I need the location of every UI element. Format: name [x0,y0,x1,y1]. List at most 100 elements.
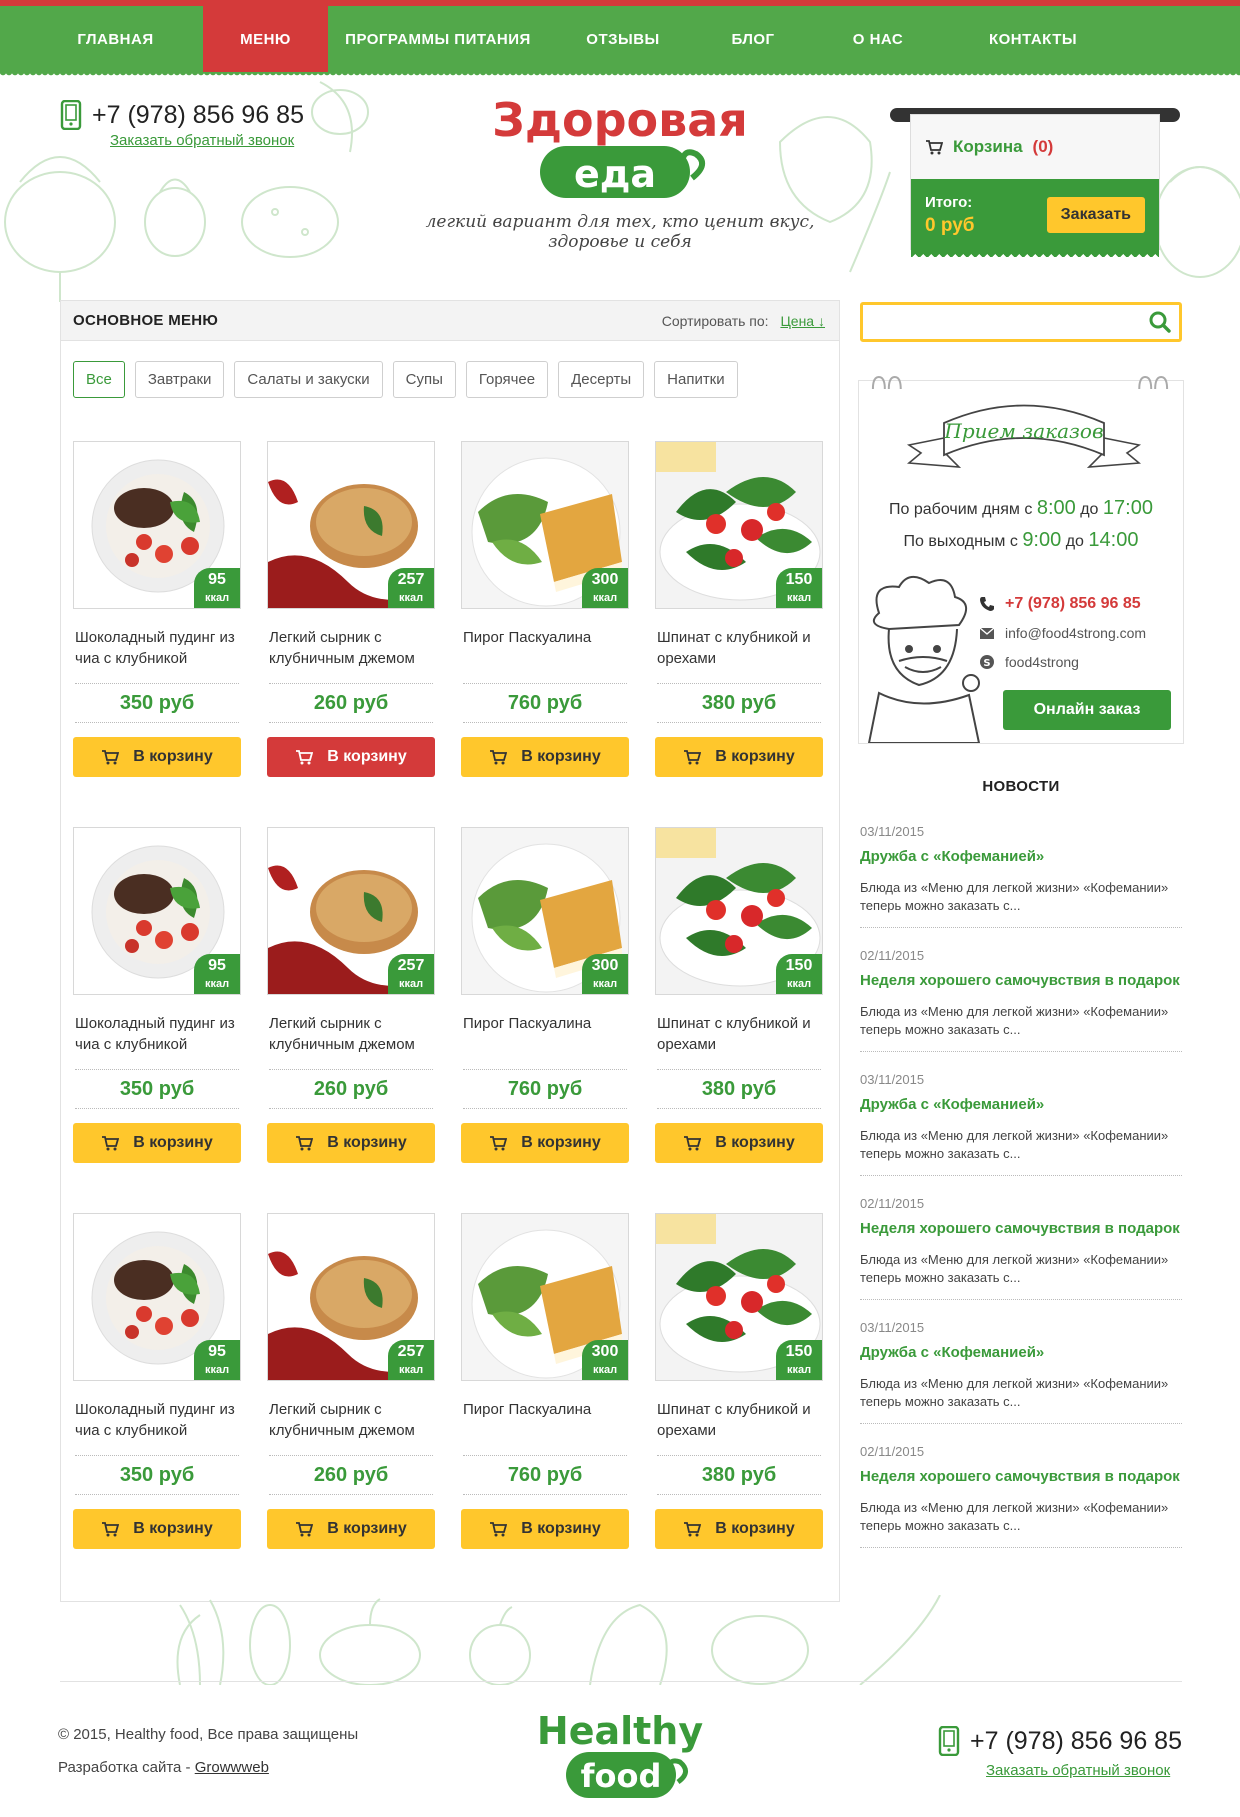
calorie-unit: ккал [398,1363,424,1376]
logo-text-bottom: еда [574,152,656,196]
add-to-cart-button[interactable]: В корзину [655,1509,823,1549]
add-to-cart-button[interactable]: В корзину [267,1509,435,1549]
news-headline-link[interactable]: Дружба с «Кофеманией» [860,849,1182,865]
product-name[interactable]: Шпинат с клубникой и орехами [655,627,823,683]
nav-item[interactable]: О НАС [808,6,948,72]
calorie-badge: 257 ккал [388,954,434,994]
nav-item[interactable]: ПРОГРАММЫ ПИТАНИЯ [328,6,548,72]
online-order-button[interactable]: Онлайн заказ [1003,690,1171,730]
product-price: 380 руб [657,1455,821,1495]
filter-chip[interactable]: Десерты [558,361,645,398]
svg-text:S: S [983,658,990,669]
product-name[interactable]: Шоколадный пудинг из чиа с клубникой [73,1399,241,1455]
filter-chip[interactable]: Супы [392,361,456,398]
product-name[interactable]: Легкий сырник с клубничным джемом [267,627,435,683]
cart-total-bar: Итого: 0 руб Заказать [911,179,1159,257]
news-headline-link[interactable]: Неделя хорошего самочувствия в подарок [860,1469,1182,1485]
contact-email[interactable]: info@food4strong.com [979,618,1146,647]
news-item: 03/11/2015 Дружба с «Кофеманией» Блюда из … [860,820,1182,928]
product-image[interactable]: 95 ккал [73,441,241,609]
product-price: 760 руб [463,1455,627,1495]
product-name[interactable]: Пирог Паскуалина [461,1399,629,1455]
product-card: 150 ккал Шпинат с клубникой и орехами 380 р… [655,1213,823,1599]
sort-by-price-link[interactable]: Цена ↓ [780,313,825,329]
product-image[interactable]: 95 ккал [73,827,241,995]
filter-chip[interactable]: Салаты и закуски [234,361,383,398]
header-callback-link[interactable]: Заказать обратный звонок [110,132,304,149]
add-to-cart-button[interactable]: В корзину [655,1123,823,1163]
product-card: 257 ккал Легкий сырник с клубничным джемом… [267,1213,435,1599]
filter-chip[interactable]: Напитки [654,361,738,398]
news-headline-link[interactable]: Дружба с «Кофеманией» [860,1097,1182,1113]
product-image[interactable]: 257 ккал [267,1213,435,1381]
calorie-unit: ккал [204,591,230,604]
product-name[interactable]: Пирог Паскуалина [461,627,629,683]
add-to-cart-button[interactable]: В корзину [73,1123,241,1163]
contact-skype-text: food4strong [1005,653,1079,670]
product-image[interactable]: 300 ккал [461,827,629,995]
chef-illustration [867,576,981,743]
product-image[interactable]: 95 ккал [73,1213,241,1381]
add-to-cart-button[interactable]: В корзину [461,737,629,777]
news-headline-link[interactable]: Неделя хорошего самочувствия в подарок [860,973,1182,989]
product-card: 95 ккал Шоколадный пудинг из чиа с клубник… [73,1213,241,1599]
add-to-cart-label: В корзину [521,1520,601,1537]
contact-skype[interactable]: S food4strong [979,647,1146,676]
footer-callback-link[interactable]: Заказать обратный звонок [986,1762,1170,1779]
product-image[interactable]: 257 ккал [267,441,435,609]
developer-link[interactable]: Growwweb [195,1759,269,1776]
product-image[interactable]: 150 ккал [655,1213,823,1381]
product-image[interactable]: 150 ккал [655,441,823,609]
add-to-cart-button[interactable]: В корзину [73,737,241,777]
search-input[interactable] [863,305,1133,339]
weekday-hours: По рабочим дням с 8:00 до 17:00 [859,497,1183,520]
product-image[interactable]: 150 ккал [655,827,823,995]
cart-link[interactable]: Корзина (0) [911,115,1159,179]
product-image[interactable]: 300 ккал [461,441,629,609]
filter-chip[interactable]: Завтраки [134,361,225,398]
nav-item[interactable]: КОНТАКТЫ [948,6,1118,72]
product-card: 150 ккал Шпинат с клубникой и орехами 380 р… [655,441,823,827]
product-name[interactable]: Пирог Паскуалина [461,1013,629,1069]
news-date: 03/11/2015 [860,1320,925,1335]
footer-developer: Разработка сайта - Growwweb [58,1759,269,1776]
add-to-cart-button[interactable]: В корзину [461,1123,629,1163]
nav-item[interactable]: МЕНЮ [203,6,328,72]
site-logo[interactable]: Здоровая еда [410,86,830,286]
add-to-cart-button[interactable]: В корзину [461,1509,629,1549]
product-name[interactable]: Шпинат с клубникой и орехами [655,1013,823,1069]
footer-logo-text-top: Healthy [540,1709,703,1753]
nav-item[interactable]: ГЛАВНАЯ [28,6,203,72]
add-to-cart-button[interactable]: В корзину [73,1509,241,1549]
filter-chip[interactable]: Все [73,361,125,398]
add-to-cart-button[interactable]: В корзину [655,737,823,777]
product-price: 350 руб [75,1455,239,1495]
news-headline-link[interactable]: Дружба с «Кофеманией» [860,1345,1182,1361]
filter-chip[interactable]: Горячее [465,361,549,398]
product-name[interactable]: Легкий сырник с клубничным джемом [267,1399,435,1455]
product-row: 95 ккал Шоколадный пудинг из чиа с клубник… [73,827,833,1213]
calorie-badge: 257 ккал [388,568,434,608]
product-price: 260 руб [269,1069,433,1109]
nav-item[interactable]: ОТЗЫВЫ [548,6,698,72]
news-headline-link[interactable]: Неделя хорошего самочувствия в подарок [860,1221,1182,1237]
product-image[interactable]: 257 ккал [267,827,435,995]
weekday-to-label: до [1080,501,1099,518]
product-image[interactable]: 300 ккал [461,1213,629,1381]
cart-count: (0) [1032,137,1054,156]
calorie-value: 257 [397,1343,425,1360]
product-name[interactable]: Шпинат с клубникой и орехами [655,1399,823,1455]
calorie-unit: ккал [204,1363,230,1376]
add-to-cart-label: В корзину [327,1134,407,1151]
add-to-cart-button[interactable]: В корзину [267,1123,435,1163]
search-icon[interactable] [1149,311,1171,333]
order-button[interactable]: Заказать [1046,197,1145,233]
nav-item[interactable]: БЛОГ [698,6,808,72]
footer-logo[interactable]: Healthy food [540,1700,710,1810]
product-name[interactable]: Легкий сырник с клубничным джемом [267,1013,435,1069]
product-name[interactable]: Шоколадный пудинг из чиа с клубникой [73,1013,241,1069]
add-to-cart-button[interactable]: В корзину [267,737,435,777]
calorie-unit: ккал [592,591,618,604]
contact-phone[interactable]: +7 (978) 856 96 85 [979,589,1146,618]
product-name[interactable]: Шоколадный пудинг из чиа с клубникой [73,627,241,683]
